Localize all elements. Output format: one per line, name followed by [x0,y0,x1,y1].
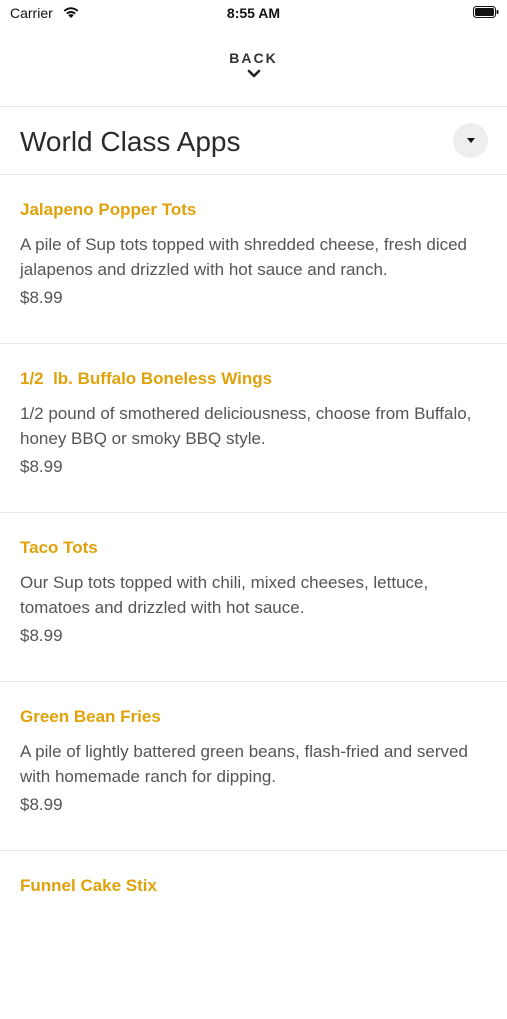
item-price: $8.99 [20,626,63,645]
section-title: World Class Apps [20,126,241,157]
item-description: A pile of Sup tots topped with shredded … [20,235,468,279]
item-description: 1/2 pound of smothered deliciousness, ch… [20,404,472,448]
header-divider [0,106,507,107]
menu-list: Jalapeno Popper Tots A pile of Sup tots … [0,175,507,1019]
menu-item[interactable]: Jalapeno Popper Tots A pile of Sup tots … [0,175,507,344]
item-name: Jalapeno Popper Tots [20,200,197,219]
item-name: Green Bean Fries [20,707,161,726]
item-name: Taco Tots [20,538,98,557]
menu-item[interactable]: 1/2 lb. Buffalo Boneless Wings 1/2 pound… [0,344,507,513]
back-label: BACK [229,50,278,66]
section-dropdown-button[interactable] [453,123,488,158]
menu-item[interactable]: Green Bean Fries A pile of lightly batte… [0,682,507,851]
battery-icon [473,6,499,18]
dropdown-triangle-icon [467,138,475,143]
menu-item[interactable]: Taco Tots Our Sup tots topped with chili… [0,513,507,682]
item-price: $8.99 [20,795,63,814]
item-price: $8.99 [20,288,63,307]
menu-item[interactable]: Funnel Cake Stix [0,851,507,1019]
status-bar: Carrier 8:55 AM [0,0,507,28]
item-price: $8.99 [20,457,63,476]
status-time: 8:55 AM [226,5,281,21]
section-header: World Class Apps [0,108,507,174]
back-button[interactable]: BACK [0,40,507,102]
item-description: A pile of lightly battered green beans, … [20,742,468,786]
item-description: Our Sup tots topped with chili, mixed ch… [20,573,429,617]
item-name: Funnel Cake Stix [20,876,157,895]
item-name: 1/2 lb. Buffalo Boneless Wings [20,369,273,388]
chevron-down-icon [247,69,260,78]
